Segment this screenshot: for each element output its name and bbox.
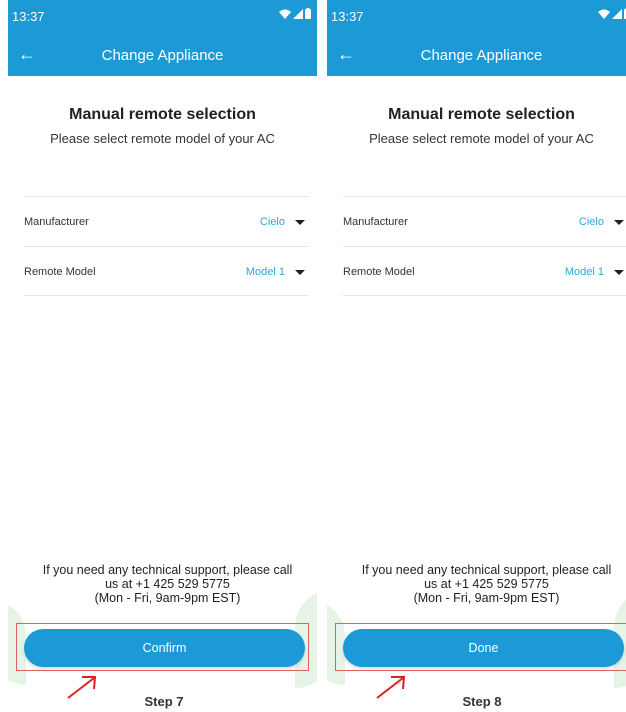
manufacturer-dropdown[interactable]: Manufacturer Cielo xyxy=(343,196,626,246)
support-hours: (Mon - Fri, 9am-9pm EST) xyxy=(413,591,560,605)
selection-title: Manual remote selection xyxy=(69,106,256,123)
manufacturer-dropdown[interactable]: Manufacturer Cielo xyxy=(24,196,309,246)
app-header: 13:37 ← Change Appliance xyxy=(327,0,626,76)
app-header: 13:37 ← Change Appliance xyxy=(8,0,317,76)
remote-model-value[interactable]: Model 1 xyxy=(565,266,604,278)
caret-down-icon[interactable] xyxy=(614,270,624,275)
support-hours: (Mon - Fri, 9am-9pm EST) xyxy=(94,591,241,605)
remote-model-label: Remote Model xyxy=(24,266,96,278)
support-line: If you need any technical support, pleas… xyxy=(361,563,612,577)
wifi-icon xyxy=(279,9,291,19)
page-title: Change Appliance xyxy=(420,47,543,64)
selection-title: Manual remote selection xyxy=(388,106,575,123)
remote-model-label: Remote Model xyxy=(343,266,415,278)
selection-subtitle: Please select remote model of your AC xyxy=(369,131,594,146)
support-text: If you need any technical support, pleas… xyxy=(22,563,313,605)
manufacturer-label: Manufacturer xyxy=(24,216,89,228)
remote-model-dropdown[interactable]: Remote Model Model 1 xyxy=(24,246,309,296)
phone-screen-step-8: 13:37 ← Change Appliance Manual remote s… xyxy=(327,0,626,712)
support-phone: us at +1 425 529 5775 xyxy=(424,577,549,591)
manufacturer-value[interactable]: Cielo xyxy=(260,216,285,228)
status-time: 13:37 xyxy=(331,9,364,24)
caret-down-icon[interactable] xyxy=(295,220,305,225)
signal-icon xyxy=(293,9,303,19)
support-line: If you need any technical support, pleas… xyxy=(42,563,293,577)
step-label: Step 8 xyxy=(462,694,502,709)
status-icons xyxy=(279,8,311,19)
page-title: Change Appliance xyxy=(101,47,224,64)
wifi-icon xyxy=(598,9,610,19)
manufacturer-value[interactable]: Cielo xyxy=(579,216,604,228)
battery-icon xyxy=(305,8,311,19)
signal-icon xyxy=(612,9,622,19)
support-phone: us at +1 425 529 5775 xyxy=(105,577,230,591)
status-time: 13:37 xyxy=(12,9,45,24)
confirm-button[interactable]: Confirm xyxy=(24,629,305,667)
caret-down-icon[interactable] xyxy=(614,220,624,225)
phone-screen-step-7: 13:37 ← Change Appliance Manual remote s… xyxy=(8,0,317,712)
selection-subtitle: Please select remote model of your AC xyxy=(50,131,275,146)
red-arrow-icon xyxy=(67,676,97,699)
done-button[interactable]: Done xyxy=(343,629,624,667)
red-arrow-icon xyxy=(376,676,406,699)
support-text: If you need any technical support, pleas… xyxy=(341,563,626,605)
remote-model-value[interactable]: Model 1 xyxy=(246,266,285,278)
remote-model-dropdown[interactable]: Remote Model Model 1 xyxy=(343,246,626,296)
step-label: Step 7 xyxy=(144,694,184,709)
manufacturer-label: Manufacturer xyxy=(343,216,408,228)
status-icons xyxy=(598,8,626,19)
caret-down-icon[interactable] xyxy=(295,270,305,275)
